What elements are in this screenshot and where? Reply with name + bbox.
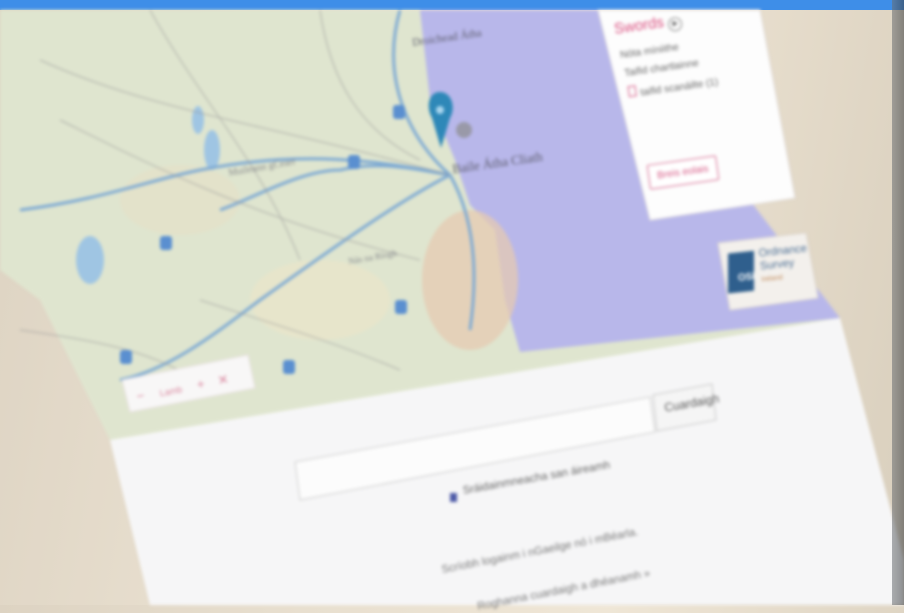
monitor-screen: Droichead Átha Baile Átha Cliath Muilean… [0, 0, 904, 613]
road-shield [348, 155, 360, 169]
fields [250, 260, 390, 340]
road-shield [395, 300, 407, 314]
play-circle-icon[interactable]: ▶ [667, 16, 684, 33]
lake [192, 106, 204, 134]
zoom-out-button[interactable]: − [135, 388, 145, 404]
road-shield [283, 360, 295, 374]
lake [204, 130, 220, 170]
road-shield [120, 350, 132, 364]
road-shield [160, 236, 172, 250]
road-shield [393, 105, 405, 119]
zoom-in-button[interactable]: + [196, 376, 206, 392]
zoom-scale-label: Lamb [158, 384, 183, 399]
os-logo-badge-text: OSi [737, 271, 756, 284]
monitor-bezel [892, 0, 904, 605]
os-logo-text: Ordnance Survey Ireland [758, 243, 810, 287]
street-names-checkbox-box [450, 493, 457, 502]
map-canvas[interactable] [0, 0, 904, 605]
scan-checkbox-icon[interactable] [627, 85, 637, 98]
lake [76, 236, 104, 284]
